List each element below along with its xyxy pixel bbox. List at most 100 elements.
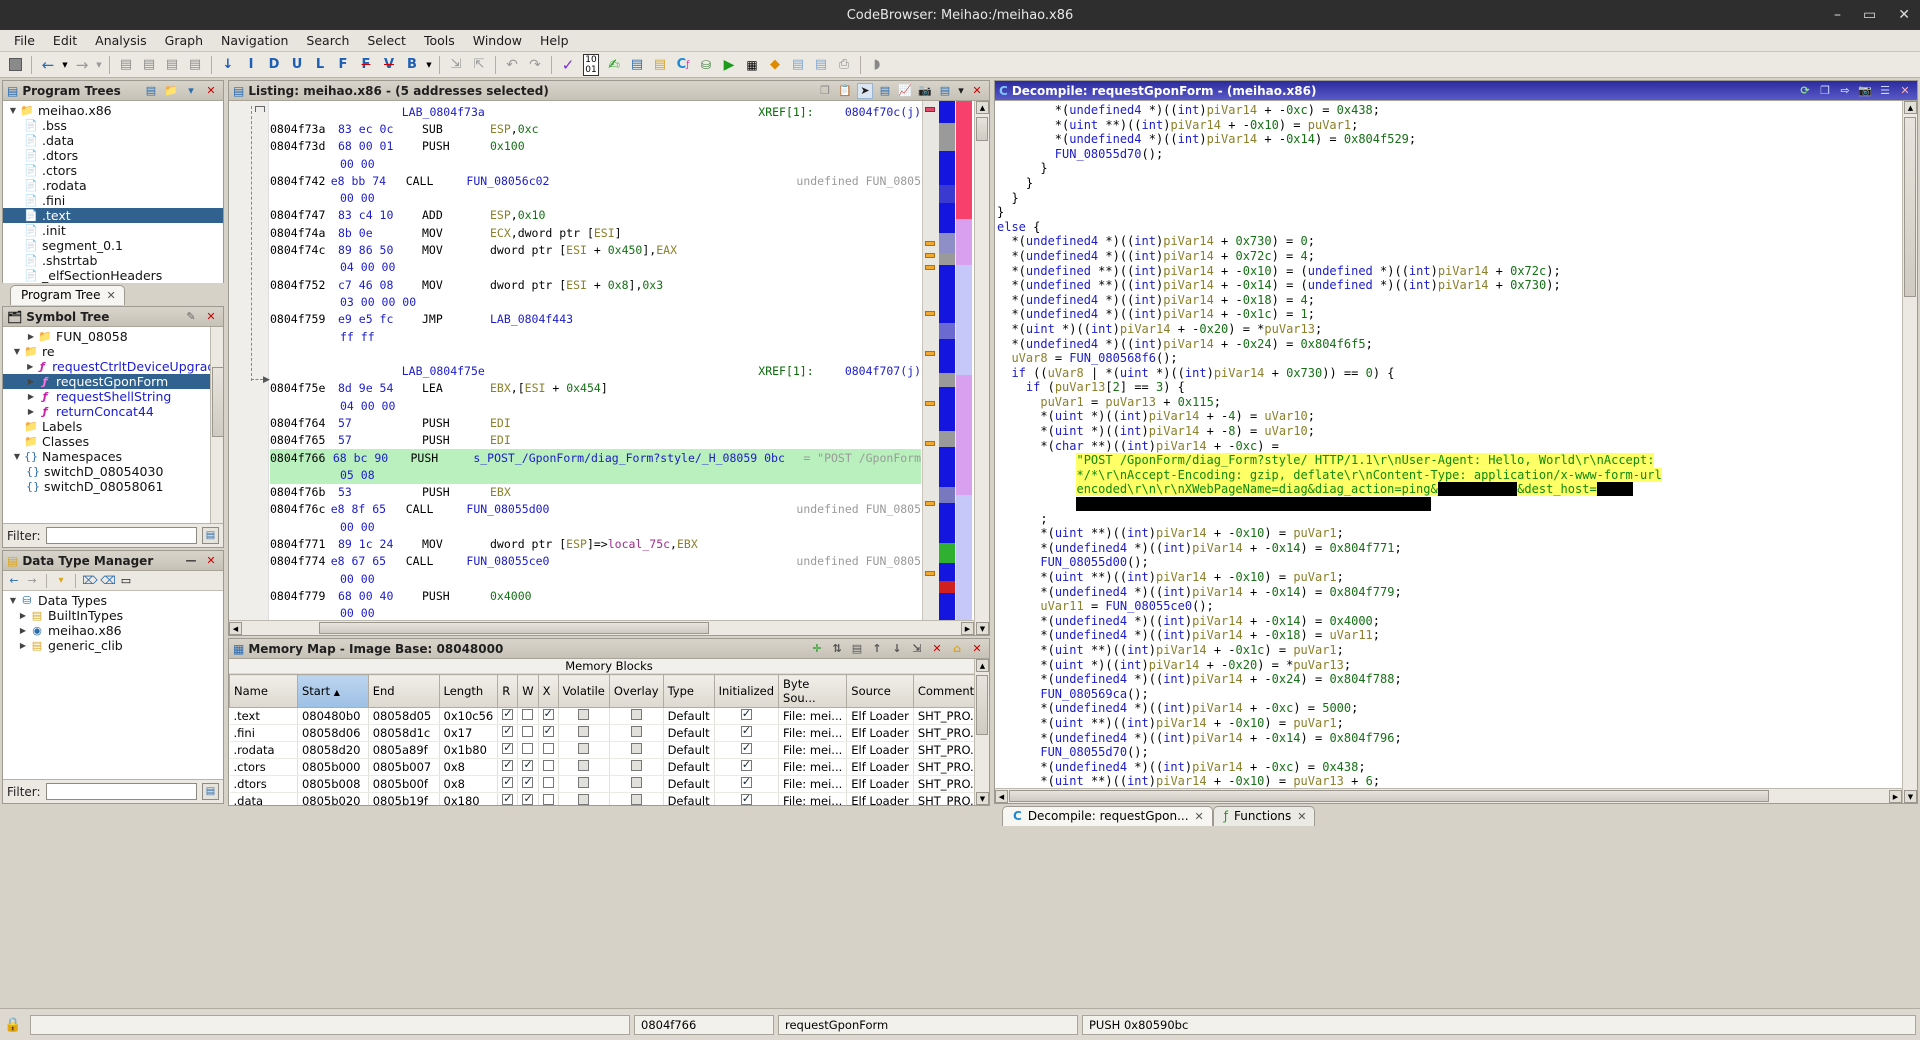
decompile-line[interactable]: uVar11 = FUN_08055ce0(); (997, 599, 1901, 614)
undefine-icon[interactable]: U (286, 54, 308, 76)
expand-arrow-icon[interactable]: ▶ (17, 611, 29, 620)
checkmark-icon[interactable]: ✓ (557, 54, 579, 76)
tab-close-icon[interactable]: ✕ (1195, 810, 1204, 823)
diff-icon[interactable]: ▤ (877, 83, 893, 99)
listing-instruction-row[interactable]: 0804f742e8 bb 74CALLFUN_08056c02undefine… (270, 172, 921, 189)
expand-arrow-icon[interactable]: ▶ (25, 407, 37, 416)
maximize-button[interactable]: ▭ (1859, 7, 1880, 23)
decompile-line[interactable]: if (puVar13[2] == 3) { (997, 380, 1901, 395)
decompile-line[interactable]: *(uint *)((int)piVar14 + -0x20) = *puVar… (997, 658, 1901, 673)
symbol-item-returnconcat44[interactable]: ▶ ƒ returnConcat44 (3, 404, 223, 419)
checkbox[interactable] (741, 794, 752, 805)
minimize-button[interactable]: – (1830, 7, 1845, 23)
decompile-line[interactable]: FUN_080569ca(); (997, 687, 1901, 702)
data-icon[interactable]: D (263, 54, 285, 76)
listing-label-row[interactable]: LAB_0804f73aXREF[1]:0804f70c(j) (270, 103, 921, 120)
back-dropdown-icon[interactable]: ▼ (60, 54, 70, 76)
function-icon[interactable]: F (332, 54, 354, 76)
forward-icon[interactable]: → (24, 573, 40, 589)
close-icon[interactable]: ✕ (203, 309, 219, 325)
decompile-line[interactable]: *(undefined4 *)((int)piVar14 + 0x72c) = … (997, 249, 1901, 264)
column-header[interactable]: End (368, 675, 439, 708)
listing-continuation-row[interactable]: 00 00 (270, 605, 921, 620)
diamond-icon[interactable]: ◆ (764, 54, 786, 76)
snapshot-down-icon[interactable]: ▤ (161, 54, 183, 76)
decompile-line[interactable]: *(undefined4 *)((int)piVar14 + -0xc) = 5… (997, 701, 1901, 716)
expand-arrow-icon[interactable]: ▼ (7, 596, 19, 605)
listing-instruction-row[interactable]: 0804f76ce8 8f 65CALLFUN_08055d00undefine… (270, 501, 921, 518)
decompile-line[interactable]: *(undefined4 *)((int)piVar14 + -0x14) = … (997, 614, 1901, 629)
back-icon[interactable]: ← (6, 573, 22, 589)
scroll-left-arrow-icon[interactable]: ◀ (229, 622, 242, 635)
close-icon[interactable]: ✕ (969, 641, 985, 657)
table-checkbox-cell[interactable] (714, 742, 778, 759)
decompile-line[interactable]: *(undefined4 *)((int)piVar14 + -0x14) = … (997, 585, 1901, 600)
scroll-down-arrow-icon[interactable]: ▼ (976, 792, 989, 805)
table-row[interactable]: .dtors0805b0080805b00f0x8DefaultFile: me… (230, 776, 975, 793)
listing-instruction-row[interactable]: 0804f76b53PUSHEBX (270, 484, 921, 501)
new-icon[interactable]: ▾ (53, 573, 69, 589)
edit-icon[interactable]: ✎ (183, 309, 199, 325)
decompile-line[interactable]: *(undefined4 *)((int)piVar14 + -0x18) = … (997, 293, 1901, 308)
listing-instruction-row[interactable]: 0804f77189 1c 24MOVdword ptr [ESP]=>loca… (270, 535, 921, 552)
decompile-line[interactable]: } (997, 205, 1901, 220)
checkbox[interactable] (631, 709, 642, 720)
filter-a-icon[interactable]: ⌦ (82, 573, 98, 589)
symbol-item-classes[interactable]: 📁 Classes (3, 434, 223, 449)
checkbox[interactable] (543, 709, 554, 720)
tree-item-dtors[interactable]: 📄 .dtors (3, 148, 223, 163)
forward-arrow-icon[interactable]: → (71, 54, 93, 76)
listing-continuation-row[interactable]: 04 00 00 (270, 259, 921, 276)
collapse-icon[interactable]: ▾ (183, 83, 199, 99)
expand-arrow-icon[interactable]: ▼ (11, 452, 23, 461)
tree-icon[interactable]: ⛁ (695, 54, 717, 76)
table-checkbox-cell[interactable] (498, 793, 518, 806)
checkbox[interactable] (631, 760, 642, 771)
export-icon[interactable]: ▤ (810, 54, 832, 76)
menu-edit[interactable]: Edit (45, 31, 85, 50)
checkbox[interactable] (741, 726, 752, 737)
column-header[interactable]: Initialized (714, 675, 778, 708)
table-checkbox-cell[interactable] (538, 708, 558, 725)
close-button[interactable]: ✕ (1894, 7, 1914, 23)
decompile-line[interactable]: *(undefined4 *)((int)piVar14 + 0x730) = … (997, 234, 1901, 249)
graph-icon[interactable]: 📈 (897, 83, 913, 99)
decompile-line[interactable]: *(uint **)((int)piVar14 + -0x10) = puVar… (997, 570, 1901, 585)
scrollbar-thumb[interactable] (1904, 117, 1916, 297)
scroll-left-arrow-icon[interactable]: ◀ (995, 790, 1008, 803)
clear-flow-icon[interactable]: V (378, 54, 400, 76)
move-icon[interactable]: ⇅ (829, 641, 845, 657)
checkbox[interactable] (543, 794, 554, 805)
listing-continuation-row[interactable]: 00 00 (270, 189, 921, 206)
menu-select[interactable]: Select (359, 31, 414, 50)
snapshot-copy-icon[interactable]: ▤ (138, 54, 160, 76)
table-checkbox-cell[interactable] (538, 725, 558, 742)
checkbox[interactable] (502, 760, 513, 771)
close-icon[interactable]: ✕ (1897, 83, 1913, 99)
compare-icon[interactable]: ⇲ (445, 54, 467, 76)
undo-icon[interactable]: ↶ (501, 54, 523, 76)
compare-alt-icon[interactable]: ⇱ (468, 54, 490, 76)
close-icon[interactable]: ✕ (969, 83, 985, 99)
instruction-icon[interactable]: I (240, 54, 262, 76)
program-trees-body[interactable]: ▼ 📁 meihao.x86 📄 .bss 📄 .data 📄 .d (3, 101, 223, 289)
checkbox[interactable] (522, 777, 533, 788)
checkbox[interactable] (631, 777, 642, 788)
decompile-line[interactable]: } (997, 161, 1901, 176)
datatype-filter-input[interactable] (46, 783, 197, 800)
scroll-up-arrow-icon[interactable]: ▲ (976, 101, 989, 114)
datatype-item-meihao[interactable]: ▶ ◉ meihao.x86 (3, 623, 223, 638)
decompile-line[interactable]: *(uint **)((int)piVar14 + -0x1c) = puVar… (997, 643, 1901, 658)
table-icon[interactable]: ▤ (787, 54, 809, 76)
listing-instruction-row[interactable]: 0804f774e8 67 65CALLFUN_08055ce0undefine… (270, 553, 921, 570)
table-checkbox-cell[interactable] (609, 725, 663, 742)
table-checkbox-cell[interactable] (609, 742, 663, 759)
scroll-up-arrow-icon[interactable]: ▲ (1904, 101, 1917, 114)
column-header[interactable]: Name (230, 675, 298, 708)
tree-item-bss[interactable]: 📄 .bss (3, 118, 223, 133)
decompile-horizontal-scrollbar[interactable]: ◀ ▶ (995, 788, 1902, 803)
decompile-line[interactable]: *(undefined4 *)((int)piVar14 + -0x14) = … (997, 541, 1901, 556)
menu-search[interactable]: Search (298, 31, 357, 50)
menu-help[interactable]: Help (532, 31, 577, 50)
listing-overview-minimap[interactable] (922, 101, 972, 620)
